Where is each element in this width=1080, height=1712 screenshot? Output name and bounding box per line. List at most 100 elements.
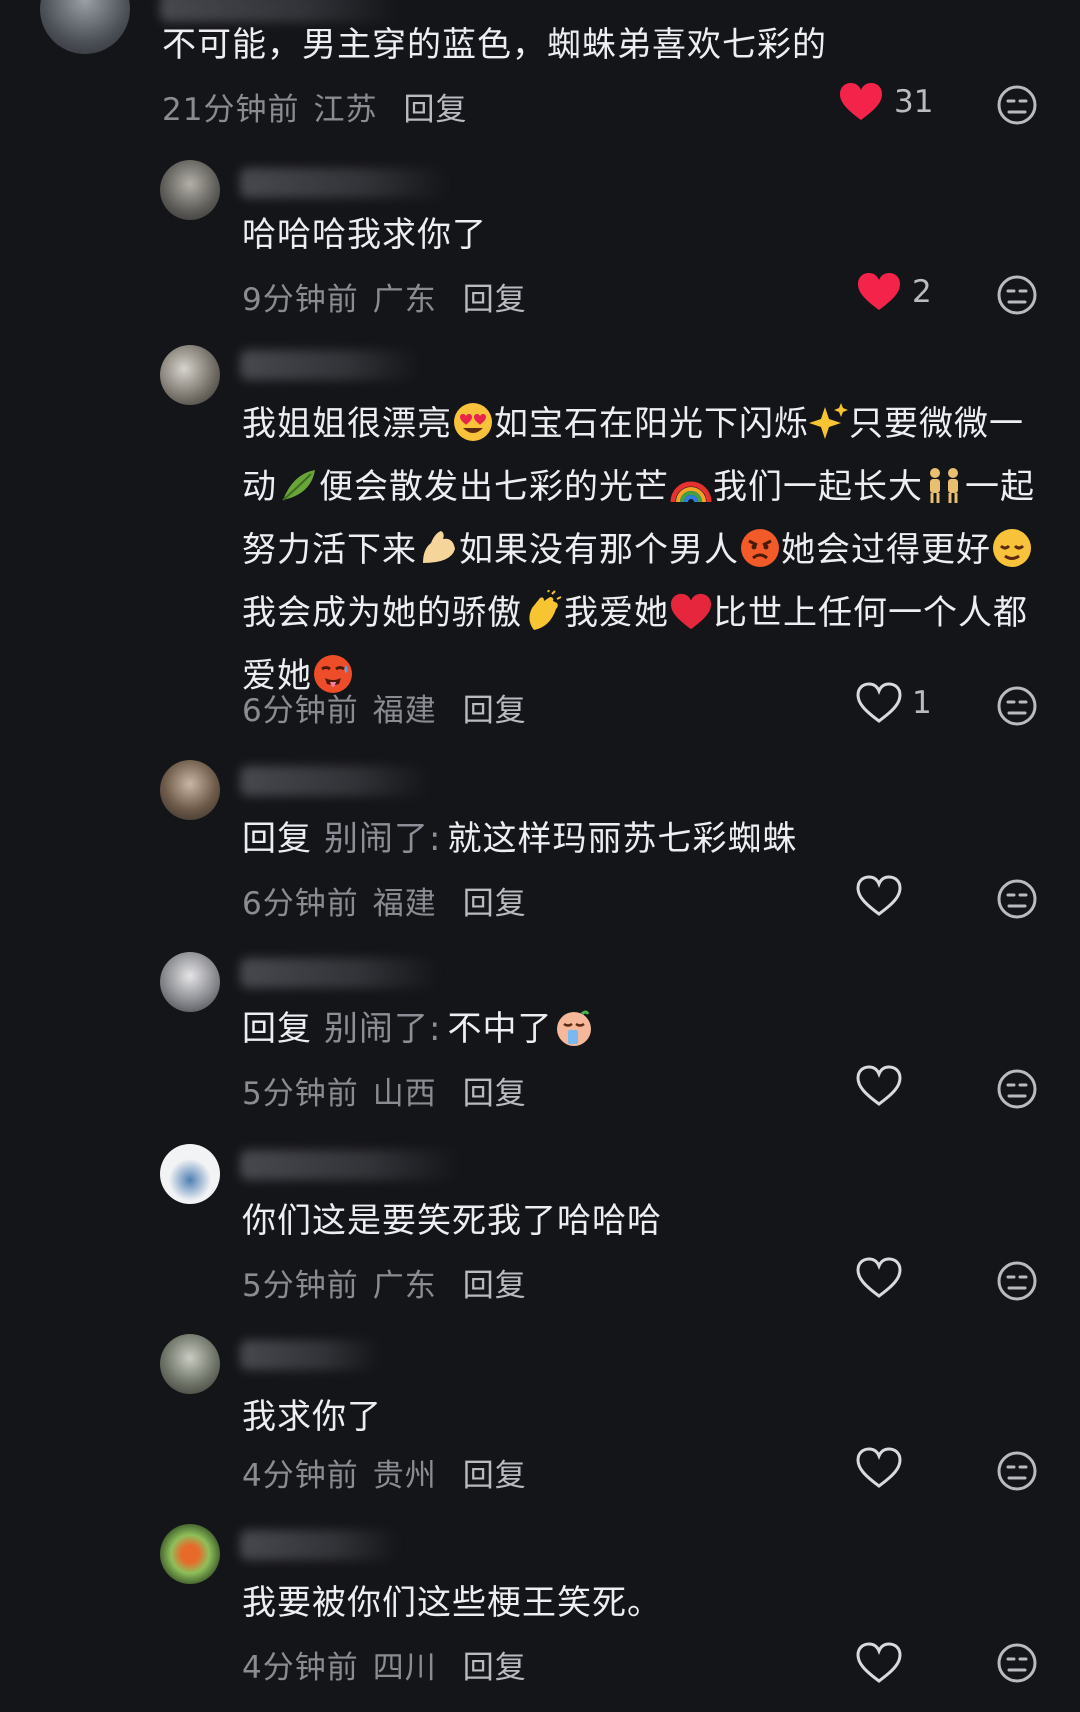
reply-button[interactable]: 回复: [463, 1076, 527, 1112]
comment-time: 21分钟前: [162, 92, 300, 128]
comment-text: 回复 别闹了: 不中了: [242, 1002, 1042, 1065]
heart-outline-icon: [856, 682, 902, 723]
text-segment: 如果没有那个男人: [459, 530, 739, 570]
username-blurred[interactable]: [240, 958, 440, 988]
like-button[interactable]: [856, 1257, 902, 1299]
reply-prefix: 回复: [242, 1009, 312, 1049]
avatar[interactable]: [160, 1334, 220, 1394]
clapping-hands-emoji-icon: [522, 589, 564, 649]
heart-filled-icon: [840, 83, 882, 120]
avatar[interactable]: [160, 1524, 220, 1584]
comment-meta: 4分钟前 四川 回复: [242, 1642, 541, 1687]
flexed-biceps-emoji-icon: [417, 527, 459, 586]
herb-emoji-icon: [277, 464, 319, 523]
crying-drinking-emoji-icon: [552, 1006, 596, 1065]
username-blurred[interactable]: [240, 1150, 460, 1180]
avatar[interactable]: [160, 760, 220, 820]
meh-face-icon[interactable]: [996, 878, 1038, 920]
username-blurred[interactable]: [240, 1530, 400, 1560]
comment-text: 我姐姐很漂亮 如宝石在阳光下闪烁 只要微微一动 便会散发出七彩的光芒 我们一起长大 一起努…: [242, 397, 1042, 712]
like-count: 31: [894, 84, 934, 120]
comment-time: 9分钟前: [242, 282, 359, 318]
comment-location: 福建: [372, 693, 437, 729]
avatar[interactable]: [160, 1144, 220, 1204]
meh-face-icon[interactable]: [996, 1068, 1038, 1110]
avatar[interactable]: [160, 345, 220, 405]
like-button[interactable]: [856, 875, 902, 917]
text-segment: 如宝石在阳光下闪烁: [494, 404, 809, 444]
username-blurred[interactable]: [240, 350, 420, 380]
meh-face-icon[interactable]: [996, 274, 1038, 316]
relieved-face-emoji-icon: [991, 527, 1033, 586]
comment-location: 广东: [372, 1268, 437, 1304]
sparkles-emoji-icon: [809, 401, 849, 460]
reply-button[interactable]: 回复: [463, 282, 527, 318]
comment-time: 4分钟前: [242, 1650, 359, 1686]
comment-meta: 5分钟前 山西 回复: [242, 1068, 541, 1113]
like-count: 2: [912, 274, 932, 310]
text-segment: 我爱她: [564, 593, 669, 633]
red-heart-emoji-icon: [669, 592, 713, 649]
comment-time: 6分钟前: [242, 693, 359, 729]
reply-button[interactable]: 回复: [463, 1268, 527, 1304]
comment-time: 5分钟前: [242, 1076, 359, 1112]
reply-button[interactable]: 回复: [463, 693, 527, 729]
quoted-user[interactable]: 别闹了:: [324, 1009, 441, 1049]
comment-meta: 6分钟前 福建 回复: [242, 878, 541, 923]
like-button[interactable]: [856, 1447, 902, 1489]
heart-outline-icon: [856, 1447, 902, 1488]
text-segment: 她会过得更好: [781, 530, 991, 570]
angry-face-emoji-icon: [739, 527, 781, 586]
username-blurred[interactable]: [240, 168, 450, 198]
comment-time: 6分钟前: [242, 886, 359, 922]
meh-face-icon[interactable]: [996, 1450, 1038, 1492]
like-button[interactable]: [856, 1642, 902, 1684]
reply-button[interactable]: 回复: [403, 92, 467, 128]
reply-text: 不中了: [447, 1009, 553, 1049]
comment-location: 贵州: [372, 1458, 437, 1494]
comment-location: 山西: [372, 1076, 437, 1112]
heart-outline-icon: [856, 1065, 902, 1106]
comment-meta: 5分钟前 广东 回复: [242, 1260, 541, 1305]
heart-outline-icon: [856, 1642, 902, 1683]
reply-text: 就这样玛丽苏七彩蜘蛛: [447, 819, 798, 859]
reply-prefix: 回复: [242, 819, 312, 859]
comment-text: 回复 别闹了: 就这样玛丽苏七彩蜘蛛: [242, 812, 1042, 867]
username-blurred[interactable]: [240, 1340, 380, 1370]
heart-outline-icon: [856, 875, 902, 916]
avatar[interactable]: [160, 952, 220, 1012]
like-button[interactable]: 31: [838, 81, 933, 123]
reply-button[interactable]: 回复: [463, 1458, 527, 1494]
comment-text: 你们这是要笑死我了哈哈哈: [242, 1201, 662, 1241]
like-count: 1: [912, 685, 932, 721]
reply-button[interactable]: 回复: [463, 1650, 527, 1686]
like-button[interactable]: [856, 1065, 902, 1107]
text-segment: 我姐姐很漂亮: [242, 404, 452, 444]
meh-face-icon[interactable]: [996, 1642, 1038, 1684]
meh-face-icon[interactable]: [996, 1260, 1038, 1302]
comment-text: 我要被你们这些梗王笑死。: [242, 1583, 662, 1623]
comment-location: 广东: [372, 282, 437, 318]
comment-text: 我求你了: [242, 1397, 382, 1437]
rainbow-emoji-icon: [669, 464, 713, 523]
text-segment: 便会散发出七彩的光芒: [319, 467, 669, 507]
like-button[interactable]: 2: [856, 271, 932, 313]
comment-location: 江苏: [313, 92, 378, 128]
heart-filled-icon: [858, 273, 900, 310]
comment-meta: 21分钟前 江苏 回复: [162, 84, 481, 129]
quoted-user[interactable]: 别闹了:: [324, 819, 441, 859]
heart-outline-icon: [856, 1257, 902, 1298]
text-segment: 我们一起长大: [713, 467, 923, 507]
meh-face-icon[interactable]: [996, 685, 1038, 727]
text-segment: 我会成为她的骄傲: [242, 593, 522, 633]
comment-meta: 6分钟前 福建 回复: [242, 685, 541, 730]
comment-meta: 4分钟前 贵州 回复: [242, 1450, 541, 1495]
meh-face-icon[interactable]: [996, 84, 1038, 126]
username-blurred[interactable]: [240, 766, 430, 796]
avatar[interactable]: [40, 0, 130, 54]
comment-location: 福建: [372, 886, 437, 922]
comment-text: 不可能，男主穿的蓝色，蜘蛛弟喜欢七彩的: [162, 25, 827, 65]
avatar[interactable]: [160, 160, 220, 220]
reply-button[interactable]: 回复: [463, 886, 527, 922]
like-button[interactable]: 1: [856, 682, 932, 724]
